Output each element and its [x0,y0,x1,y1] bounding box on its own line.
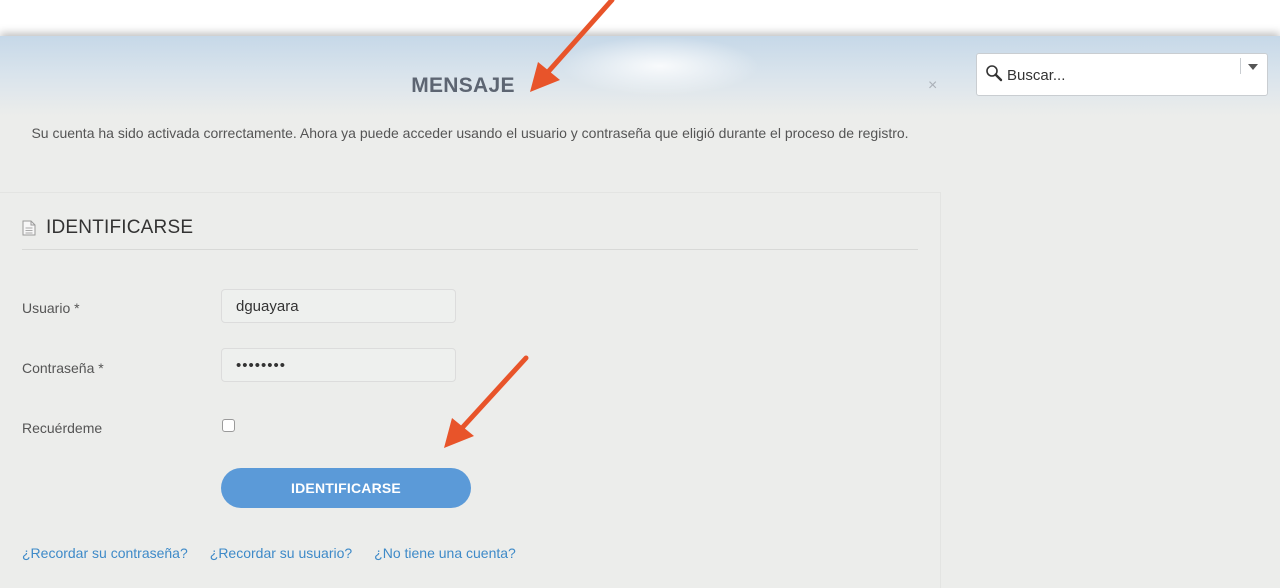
search-icon [986,65,1003,82]
panel-header: IDENTIFICARSE [22,217,193,239]
remember-label: Recuérdeme [22,420,103,436]
message-body: Su cuenta ha sido activada correctamente… [31,125,909,141]
message-title: MENSAJE [411,74,515,97]
document-icon [22,220,36,236]
forgot-password-link[interactable]: ¿Recordar su contraseña? [22,545,188,561]
forgot-username-link[interactable]: ¿Recordar su usuario? [210,545,352,561]
close-icon[interactable]: × [928,76,937,96]
password-field[interactable] [221,348,456,382]
search-input[interactable] [1007,62,1227,88]
search-box[interactable] [976,53,1268,96]
help-links: ¿Recordar su contraseña? ¿Recordar su us… [22,545,516,561]
username-field[interactable] [221,289,456,323]
search-divider [1240,58,1241,74]
remember-checkbox[interactable] [222,419,235,432]
register-link[interactable]: ¿No tiene una cuenta? [374,545,516,561]
password-label: Contraseña * [22,360,104,376]
login-panel: IDENTIFICARSE Usuario * Contraseña * Rec… [0,192,941,588]
panel-title: IDENTIFICARSE [46,217,194,238]
login-button[interactable]: IDENTIFICARSE [221,468,471,508]
username-label: Usuario * [22,300,80,316]
chevron-down-icon[interactable] [1248,64,1258,70]
panel-divider [22,249,918,250]
